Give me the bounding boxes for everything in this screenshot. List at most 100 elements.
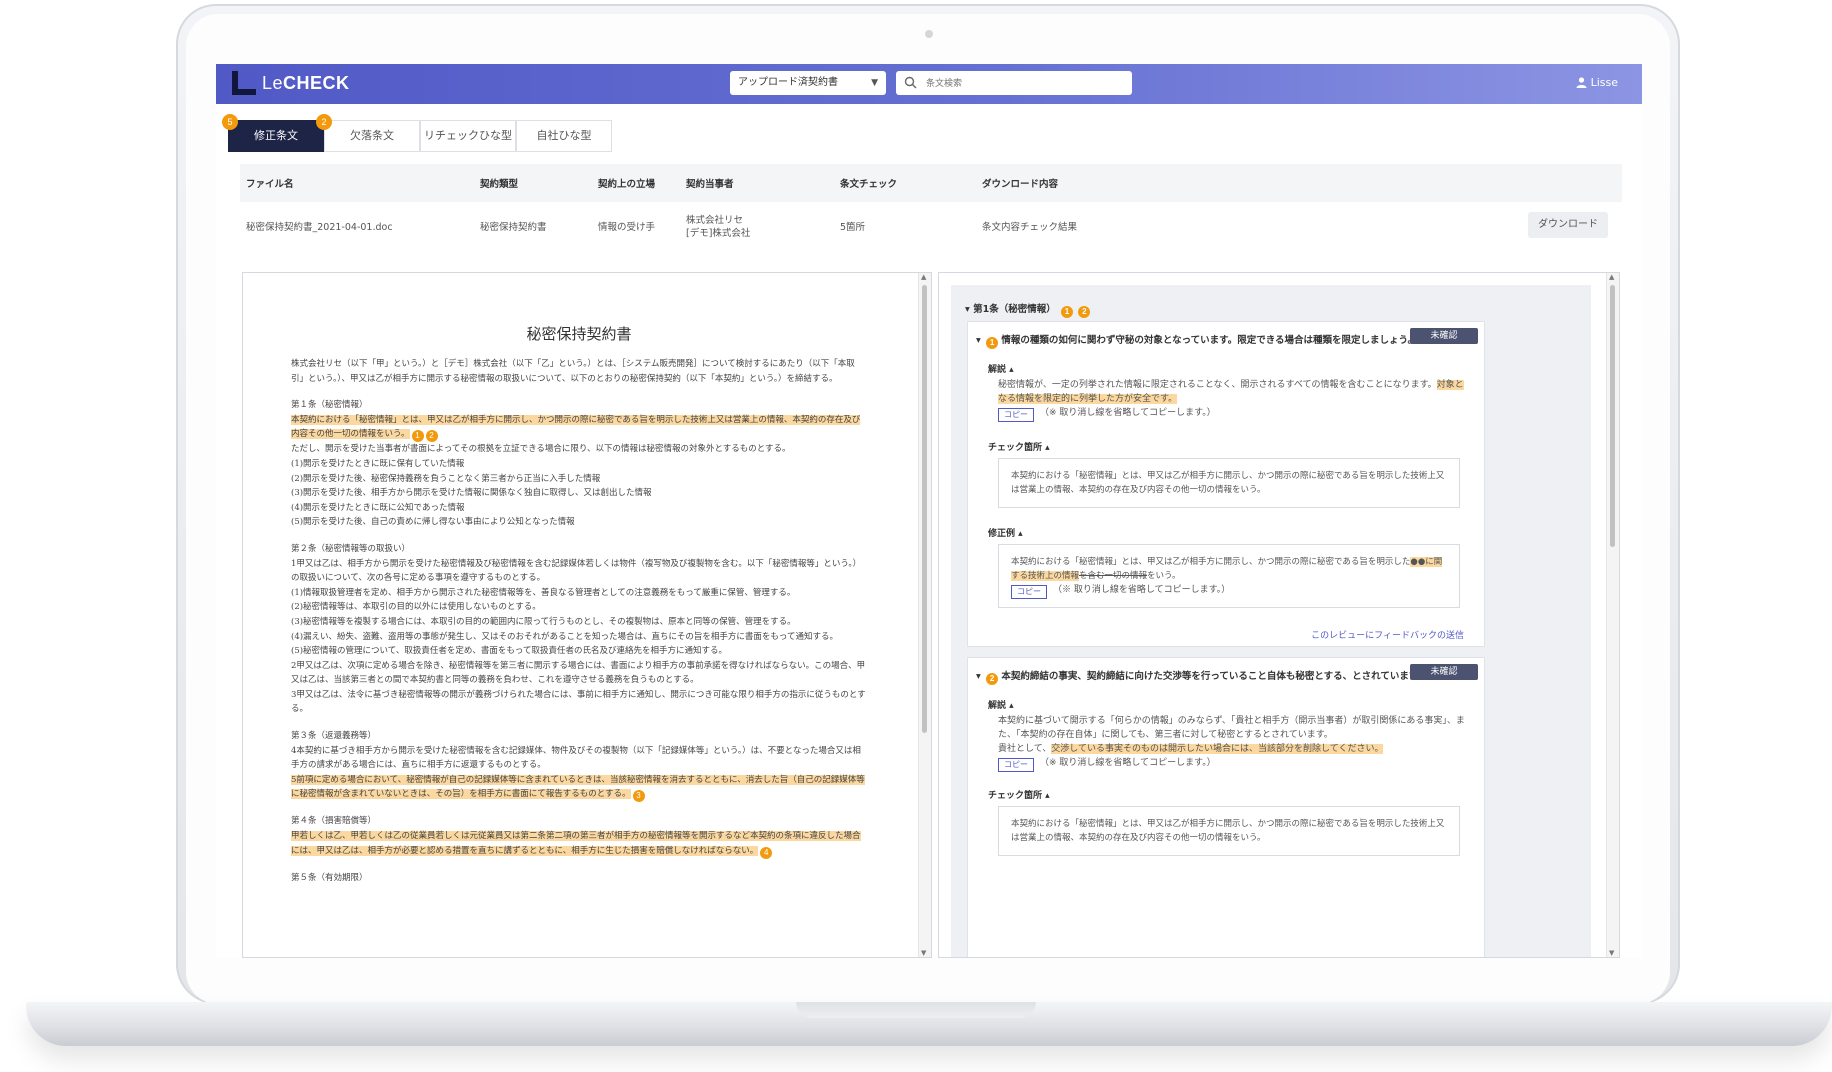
party-2: [デモ]株式会社 xyxy=(686,228,751,239)
tab-label: リチェックひな型 xyxy=(424,129,512,142)
review-panel[interactable]: ▾ 第1条（秘密情報） 1 2 ▾ 1 情報の種類の如何に関わず守秘の対象となっ… xyxy=(938,272,1620,958)
list-item: (1)開示を受けたときに既に保有していた情報 xyxy=(291,458,465,469)
user-name: Lisse xyxy=(1590,76,1618,89)
status-badge[interactable]: 未確認 xyxy=(1410,328,1478,344)
fix-section-toggle[interactable]: 修正例 ▴ xyxy=(988,526,1023,539)
review-scrollbar[interactable]: ▲ ▼ xyxy=(1606,273,1619,957)
check-section-toggle[interactable]: チェック箇所 ▴ xyxy=(988,440,1050,453)
user-menu[interactable]: Lisse xyxy=(1576,76,1618,89)
check-quote: 本契約における「秘密情報」とは、甲又は乙が相手方に開示し、かつ開示の際に秘密であ… xyxy=(998,458,1460,508)
search-box xyxy=(896,71,1132,95)
highlighted-clause[interactable]: 甲若しくは乙、甲若しくは乙の従業員若しくは元従業員又は第二条第二項の第三者が相手… xyxy=(291,831,861,856)
issue-badge: 1 xyxy=(986,337,999,349)
header-file-name: ファイル名 xyxy=(246,179,294,190)
section-header[interactable]: ▾ 第1条（秘密情報） 1 2 xyxy=(965,301,1091,318)
list-item: 3甲又は乙は、法令に基づき秘密情報等の開示が義務づけられた場合には、事前に相手方… xyxy=(291,689,866,715)
document-title: 秘密保持契約書 xyxy=(526,325,632,343)
list-item: (2)秘密情報等は、本取引の目的以外には使用しないものとする。 xyxy=(291,602,541,613)
check-quote: 本契約における「秘密情報」とは、甲又は乙が相手方に開示し、かつ開示の際に秘密であ… xyxy=(998,806,1460,856)
header-contract-type: 契約類型 xyxy=(480,179,519,190)
chevron-down-icon: ▼ xyxy=(871,78,878,88)
list-item: (2)開示を受けた後、秘密保持義務を負うことなく第三者から正当に入手した情報 xyxy=(291,473,601,484)
top-bar: LeCHECK アップロード済契約書 ▼ Lisse xyxy=(216,64,1642,104)
explanation-toggle[interactable]: 解説 ▴ xyxy=(988,362,1014,375)
contract-document-panel[interactable]: 秘密保持契約書 株式会社リセ（以下「甲」という。）と［デモ］株式会社（以下「乙」… xyxy=(242,272,932,958)
app-screen: LeCHECK アップロード済契約書 ▼ Lisse 修正条文 5 欠落条文 2… xyxy=(216,64,1642,958)
search-icon xyxy=(904,76,917,89)
header-parties: 契約当事者 xyxy=(686,179,734,190)
list-item: (4)開示を受けたときに既に公知であった情報 xyxy=(291,502,465,513)
article-5-title: 第５条（有効期限） xyxy=(291,872,368,883)
issue-badge[interactable]: 2 xyxy=(425,430,438,443)
explanation-toggle[interactable]: 解説 ▴ xyxy=(988,698,1014,711)
article-1-highlight: 本契約における「秘密情報」とは、甲又は乙が相手方に開示し、かつ開示の際に秘密であ… xyxy=(291,413,867,443)
issue-badge: 2 xyxy=(1078,306,1091,318)
list-item: 2甲又は乙は、次項に定める場合を除き、秘密情報等を第三者に開示する場合には、書面… xyxy=(291,660,866,686)
fix-example: 本契約における「秘密情報」とは、甲又は乙が相手方に開示し、かつ開示の際に秘密であ… xyxy=(998,544,1460,608)
contract-document: 秘密保持契約書 株式会社リセ（以下「甲」という。）と［デモ］株式会社（以下「乙」… xyxy=(291,323,867,885)
scroll-down-icon[interactable]: ▼ xyxy=(921,949,926,957)
scroll-up-icon[interactable]: ▲ xyxy=(921,273,926,281)
contract-source-select[interactable]: アップロード済契約書 ▼ xyxy=(730,71,886,95)
highlighted-clause[interactable]: 5前項に定める場合において、秘密情報が自己の記録媒体等に含まれているときは、当該… xyxy=(291,774,865,800)
copy-button[interactable]: コピー xyxy=(998,408,1034,422)
article-3-highlight: 5前項に定める場合において、秘密情報が自己の記録媒体等に含まれているときは、当該… xyxy=(291,773,867,803)
card-question: 情報の種類の如何に関わず守秘の対象となっています。限定できる場合は種類を限定しま… xyxy=(1001,335,1417,346)
document-scrollbar[interactable]: ▲ ▼ xyxy=(918,273,931,957)
explanation-text: 本契約に基づいて開示する「何らかの情報」のみならず、「貴社と相手方（開示当事者）… xyxy=(998,716,1465,754)
issue-badge[interactable]: 4 xyxy=(760,846,773,859)
user-icon xyxy=(1576,77,1587,88)
list-item: (5)開示を受けた後、自己の責めに帰し得ない事由により公知となった情報 xyxy=(291,517,575,528)
tab-label: 自社ひな型 xyxy=(536,129,592,142)
download-button[interactable]: ダウンロード xyxy=(1528,212,1608,238)
copy-row: コピー （※ 取り消し線を省略してコピーします。） xyxy=(998,756,1468,772)
review-list: ▾ 第1条（秘密情報） 1 2 ▾ 1 情報の種類の如何に関わず守秘の対象となっ… xyxy=(951,285,1591,957)
camera-dot xyxy=(925,30,933,38)
scroll-up-icon[interactable]: ▲ xyxy=(1609,273,1614,281)
card-header[interactable]: ▾ 1 情報の種類の如何に関わず守秘の対象となっています。限定できる場合は種類を… xyxy=(976,332,1417,349)
issue-badge[interactable]: 3 xyxy=(632,790,645,803)
status-badge[interactable]: 未確認 xyxy=(1410,664,1478,680)
header-position: 契約上の立場 xyxy=(598,179,656,190)
tab-label: 修正条文 xyxy=(254,129,298,142)
clause-check-count: 5箇所 xyxy=(840,222,866,233)
tab-recheck-template[interactable]: リチェックひな型 xyxy=(420,120,516,152)
explanation-text: 秘密情報が、一定の列挙された情報に限定されることなく、開示されるすべての情報を含… xyxy=(998,380,1464,404)
copy-button[interactable]: コピー xyxy=(1011,585,1047,599)
search-input[interactable] xyxy=(924,75,1128,93)
issue-badge[interactable]: 1 xyxy=(411,430,424,443)
app-logo[interactable]: LeCHECK xyxy=(262,73,350,94)
scroll-down-icon[interactable]: ▼ xyxy=(1609,949,1614,957)
file-name: 秘密保持契約書_2021-04-01.doc xyxy=(246,222,393,233)
tab-own-template[interactable]: 自社ひな型 xyxy=(516,120,612,152)
collapse-icon: ▾ xyxy=(976,671,981,682)
card-question: 本契約締結の事実、契約締結に向けた交渉等を行っていること自体も秘密とする、とされ… xyxy=(1001,671,1427,682)
logo-icon xyxy=(232,71,256,95)
select-value: アップロード済契約書 xyxy=(738,77,838,88)
collapse-icon: ▾ xyxy=(976,335,981,346)
contract-info-table: ファイル名 契約類型 契約上の立場 契約当事者 条文チェック ダウンロード内容 … xyxy=(240,164,1622,244)
tab-modified-clauses[interactable]: 修正条文 xyxy=(228,120,324,152)
copy-button[interactable]: コピー xyxy=(998,758,1034,772)
list-item: (4)漏えい、紛失、盗難、盗用等の事態が発生し、又はそのおそれがあることを知った… xyxy=(291,631,838,642)
article-1-title: 第１条（秘密情報） xyxy=(291,400,368,411)
party-1: 株式会社リセ xyxy=(686,215,744,226)
card-header[interactable]: ▾ 2 本契約締結の事実、契約締結に向けた交渉等を行っていること自体も秘密とする… xyxy=(976,668,1427,685)
tab-missing-clauses[interactable]: 欠落条文 xyxy=(324,120,420,152)
article-3-title: 第３条（返還義務等） xyxy=(291,731,377,742)
scrollbar-thumb[interactable] xyxy=(922,285,927,733)
highlighted-clause[interactable]: 本契約における「秘密情報」とは、甲又は乙が相手方に開示し、かつ開示の際に秘密であ… xyxy=(291,414,861,440)
contract-type: 秘密保持契約書 xyxy=(480,222,547,233)
copy-row: コピー （※ 取り消し線を省略してコピーします。） xyxy=(998,406,1468,422)
scrollbar-thumb[interactable] xyxy=(1610,285,1615,547)
review-card: ▾ 2 本契約締結の事実、契約締結に向けた交渉等を行っていること自体も秘密とする… xyxy=(967,657,1485,957)
issue-badge: 2 xyxy=(986,673,999,685)
issue-badge: 1 xyxy=(1061,306,1074,318)
article-1-body: ただし、開示を受けた当事者が書面によってその根拠を立証できる場合に限り、以下の情… xyxy=(291,444,791,455)
feedback-link[interactable]: このレビューにフィードバックの送信 xyxy=(1311,628,1464,641)
article-4-title: 第４条（損害賠償等） xyxy=(291,816,377,827)
check-section-toggle[interactable]: チェック箇所 ▴ xyxy=(988,788,1050,801)
article-3-body: 4本契約に基づき相手方から開示を受けた秘密情報を含む記録媒体、物件及びその複製物… xyxy=(291,745,861,771)
position: 情報の受け手 xyxy=(598,222,656,233)
tab-label: 欠落条文 xyxy=(350,129,394,142)
